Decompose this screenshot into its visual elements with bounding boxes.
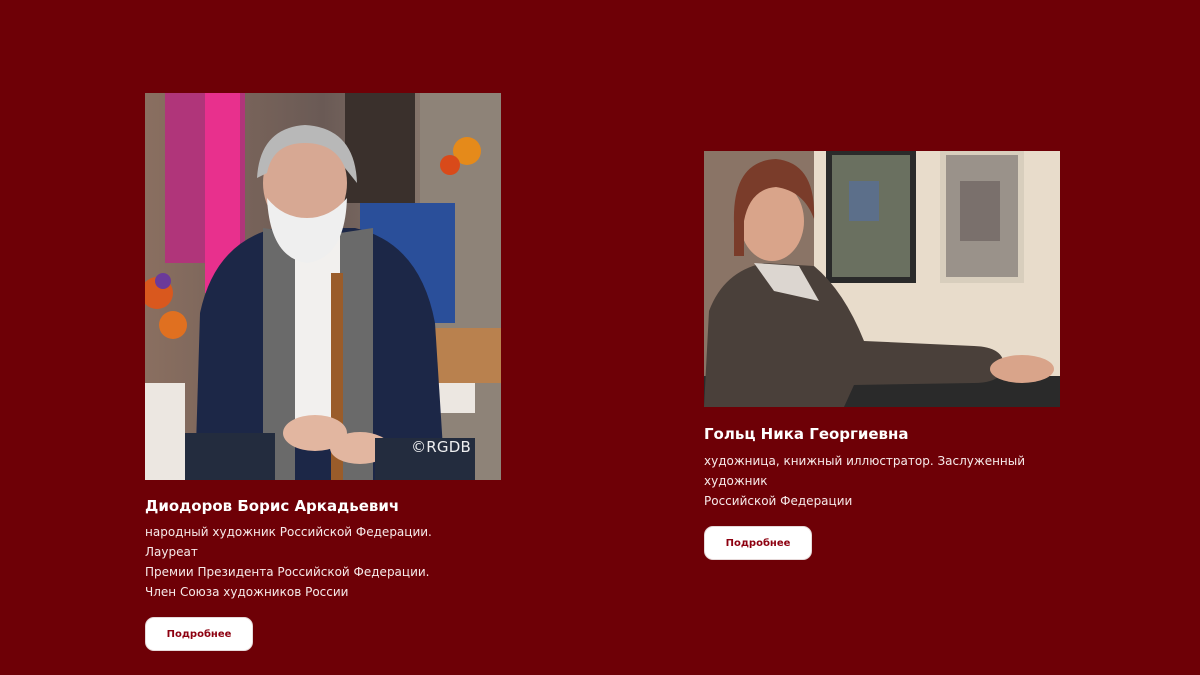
photo-watermark: ©RGDB [411, 438, 471, 456]
portrait-illustration [145, 93, 501, 480]
more-button[interactable]: Подробнее [704, 526, 812, 560]
artist-photo [704, 151, 1060, 407]
artist-description: художница, книжный иллюстратор. Заслужен… [704, 451, 1054, 511]
artist-card-golts: Гольц Ника Георгиевна художница, книжный… [704, 151, 1064, 560]
artist-description-line: Премии Президента Российской Федерации. [145, 565, 430, 579]
more-button[interactable]: Подробнее [145, 617, 253, 651]
artist-photo: ©RGDB [145, 93, 501, 480]
artist-name: Гольц Ника Георгиевна [704, 425, 909, 443]
artist-description: народный художник Российской Федерации. … [145, 522, 475, 602]
artist-description-line: Член Союза художников России [145, 585, 349, 599]
artist-description-line: художница, книжный иллюстратор. Заслужен… [704, 454, 1026, 488]
artist-name: Диодоров Борис Аркадьевич [145, 497, 400, 515]
artist-description-line: народный художник Российской Федерации. … [145, 525, 432, 559]
artist-description-line: Российской Федерации [704, 494, 853, 508]
artist-card-diodorov: ©RGDB Диодоров Борис Аркадьевич народный… [145, 93, 505, 651]
portrait-illustration [704, 151, 1060, 407]
